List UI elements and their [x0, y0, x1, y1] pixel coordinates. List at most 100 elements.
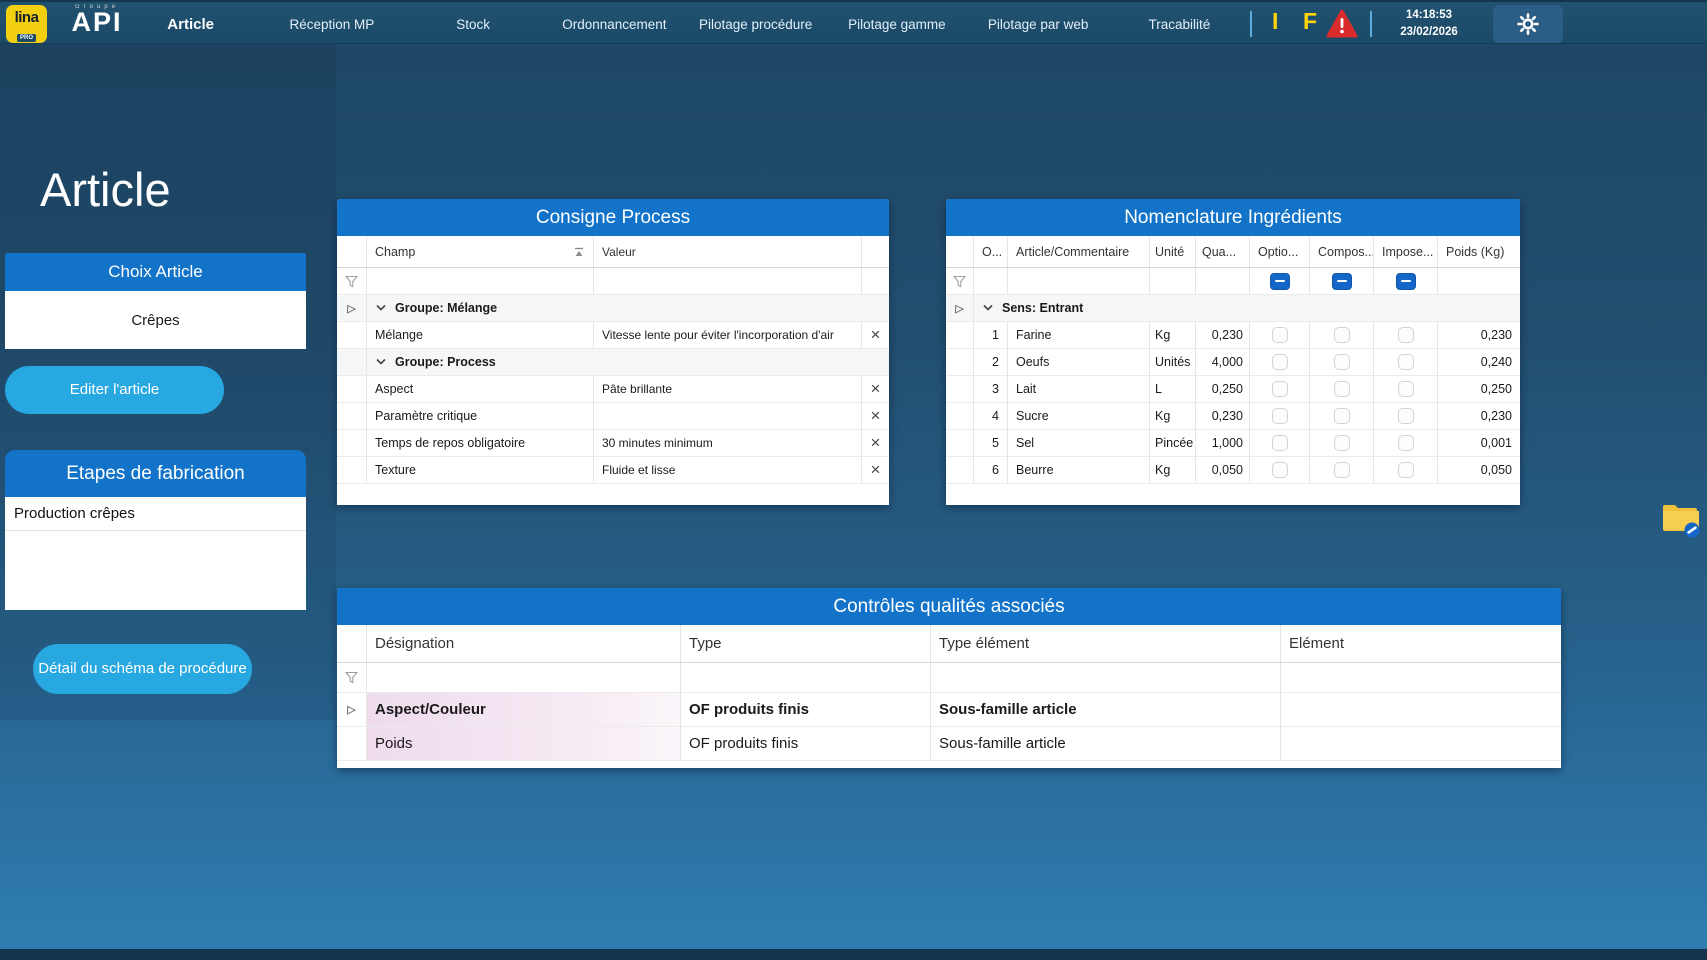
- consigne-group-row[interactable]: Groupe: Process: [337, 349, 889, 376]
- nav-item-pilotage-par-web[interactable]: Pilotage par web: [968, 2, 1109, 46]
- filter-toggle-optionnel: [1250, 268, 1310, 294]
- detail-schema-procedure-button[interactable]: Détail du schéma de procédure: [33, 644, 252, 694]
- nomenclature-title: Nomenclature Ingrédients: [946, 199, 1520, 236]
- composant-checkbox[interactable]: [1334, 354, 1350, 370]
- column-header-optionnel[interactable]: Optio...: [1250, 236, 1310, 267]
- ingredient-row[interactable]: 6BeurreKg0,0500,050: [946, 457, 1520, 484]
- valeur-cell: Vitesse lente pour éviter l'incorporatio…: [594, 322, 861, 348]
- impose-cell: [1374, 322, 1438, 348]
- etapes-list: Production crêpes: [5, 497, 306, 610]
- filter-funnel-icon[interactable]: [946, 268, 974, 294]
- nav-item-pilotage-procedure[interactable]: Pilotage procédure: [685, 2, 826, 46]
- filter-funnel-icon[interactable]: [337, 663, 367, 692]
- row-gutter: [946, 322, 974, 348]
- composant-checkbox[interactable]: [1334, 462, 1350, 478]
- filter-input-poids[interactable]: [1438, 268, 1520, 294]
- ingredient-row[interactable]: 1FarineKg0,2300,230: [946, 322, 1520, 349]
- filter-input-designation[interactable]: [367, 663, 681, 692]
- composant-checkbox[interactable]: [1334, 327, 1350, 343]
- minus-toggle-icon[interactable]: [1332, 273, 1352, 290]
- impose-checkbox[interactable]: [1398, 435, 1414, 451]
- delete-row-button[interactable]: ×: [861, 403, 889, 429]
- impose-checkbox[interactable]: [1398, 381, 1414, 397]
- column-header-champ[interactable]: Champ: [367, 236, 594, 267]
- impose-checkbox[interactable]: [1398, 327, 1414, 343]
- impose-checkbox[interactable]: [1398, 462, 1414, 478]
- minus-toggle-icon[interactable]: [1270, 273, 1290, 290]
- ingredient-row[interactable]: 2OeufsUnités4,0000,240: [946, 349, 1520, 376]
- edit-article-button[interactable]: Editer l'article: [5, 366, 224, 414]
- column-header-quantite[interactable]: Qua...: [1196, 236, 1250, 267]
- consigne-group-row[interactable]: ▷Groupe: Mélange: [337, 295, 889, 322]
- column-header-designation[interactable]: Désignation: [367, 625, 681, 662]
- quality-control-row[interactable]: ▷Aspect/CouleurOF produits finisSous-fam…: [337, 693, 1561, 727]
- composant-cell: [1310, 349, 1374, 375]
- minus-toggle-icon[interactable]: [1396, 273, 1416, 290]
- optionnel-checkbox[interactable]: [1272, 354, 1288, 370]
- nav-item-stock[interactable]: Stock: [403, 2, 544, 46]
- quality-control-row[interactable]: PoidsOF produits finisSous-famille artic…: [337, 727, 1561, 761]
- column-header-valeur[interactable]: Valeur: [594, 236, 861, 267]
- row-gutter: [337, 430, 367, 456]
- filter-input-ordre[interactable]: [974, 268, 1008, 294]
- optionnel-checkbox[interactable]: [1272, 327, 1288, 343]
- consigne-filter-row: [337, 268, 889, 295]
- filter-input-unite[interactable]: [1150, 268, 1196, 294]
- ordre-cell: 3: [974, 376, 1008, 402]
- nav-item-ordonnancement[interactable]: Ordonnancement: [544, 2, 685, 46]
- filter-input-type-element[interactable]: [931, 663, 1281, 692]
- nav-item-pilotage-gamme[interactable]: Pilotage gamme: [826, 2, 967, 46]
- filter-input-champ[interactable]: [367, 268, 594, 294]
- optionnel-checkbox[interactable]: [1272, 408, 1288, 424]
- nomenclature-group-row[interactable]: ▷Sens: Entrant: [946, 295, 1520, 322]
- row-expander-icon[interactable]: ▷: [955, 302, 963, 315]
- settings-button[interactable]: [1493, 5, 1563, 43]
- column-header-element[interactable]: Elément: [1281, 625, 1561, 662]
- impose-checkbox[interactable]: [1398, 354, 1414, 370]
- column-header-ordre[interactable]: O...: [974, 236, 1008, 267]
- consigne-data-row[interactable]: MélangeVitesse lente pour éviter l'incor…: [337, 322, 889, 349]
- etapes-fabrication-header: Etapes de fabrication: [5, 450, 306, 497]
- consigne-data-row[interactable]: Temps de repos obligatoire30 minutes min…: [337, 430, 889, 457]
- optionnel-checkbox[interactable]: [1272, 462, 1288, 478]
- optionnel-checkbox[interactable]: [1272, 435, 1288, 451]
- filter-funnel-icon[interactable]: [337, 268, 367, 294]
- ingredient-row[interactable]: 3LaitL0,2500,250: [946, 376, 1520, 403]
- composant-checkbox[interactable]: [1334, 381, 1350, 397]
- consigne-process-title: Consigne Process: [337, 199, 889, 236]
- selected-article-item[interactable]: Crêpes: [5, 291, 306, 349]
- delete-row-button[interactable]: ×: [861, 430, 889, 456]
- delete-row-button[interactable]: ×: [861, 376, 889, 402]
- etape-list-item[interactable]: Production crêpes: [5, 497, 306, 531]
- column-header-type[interactable]: Type: [681, 625, 931, 662]
- column-header-type-element[interactable]: Type élément: [931, 625, 1281, 662]
- composant-checkbox[interactable]: [1334, 408, 1350, 424]
- filter-input-quantite[interactable]: [1196, 268, 1250, 294]
- nav-item-reception-mp[interactable]: Réception MP: [261, 2, 402, 46]
- filter-input-element[interactable]: [1281, 663, 1561, 692]
- consigne-data-row[interactable]: TextureFluide et lisse×: [337, 457, 889, 484]
- impose-checkbox[interactable]: [1398, 408, 1414, 424]
- delete-row-button[interactable]: ×: [861, 322, 889, 348]
- column-header-unite[interactable]: Unité: [1150, 236, 1196, 267]
- column-header-impose[interactable]: Impose...: [1374, 236, 1438, 267]
- filter-input-article[interactable]: [1008, 268, 1150, 294]
- delete-row-button[interactable]: ×: [861, 457, 889, 483]
- folder-locked-icon[interactable]: [1661, 501, 1701, 539]
- ingredient-row[interactable]: 4SucreKg0,2300,230: [946, 403, 1520, 430]
- composant-checkbox[interactable]: [1334, 435, 1350, 451]
- filter-input-valeur[interactable]: [594, 268, 861, 294]
- filter-input-type[interactable]: [681, 663, 931, 692]
- ingredient-row[interactable]: 5SelPincée1,0000,001: [946, 430, 1520, 457]
- row-expander-icon[interactable]: ▷: [347, 302, 355, 315]
- row-expander-icon[interactable]: ▷: [347, 703, 355, 716]
- gear-icon: [1517, 13, 1539, 35]
- consigne-data-row[interactable]: Paramètre critique×: [337, 403, 889, 430]
- column-header-article-commentaire[interactable]: Article/Commentaire: [1008, 236, 1150, 267]
- consigne-data-row[interactable]: AspectPâte brillante×: [337, 376, 889, 403]
- nav-item-article[interactable]: Article: [120, 2, 261, 46]
- column-header-composant[interactable]: Compos...: [1310, 236, 1374, 267]
- nav-item-tracabilite[interactable]: Tracabilité: [1109, 2, 1250, 46]
- column-header-poids-kg[interactable]: Poids (Kg): [1438, 236, 1520, 267]
- optionnel-checkbox[interactable]: [1272, 381, 1288, 397]
